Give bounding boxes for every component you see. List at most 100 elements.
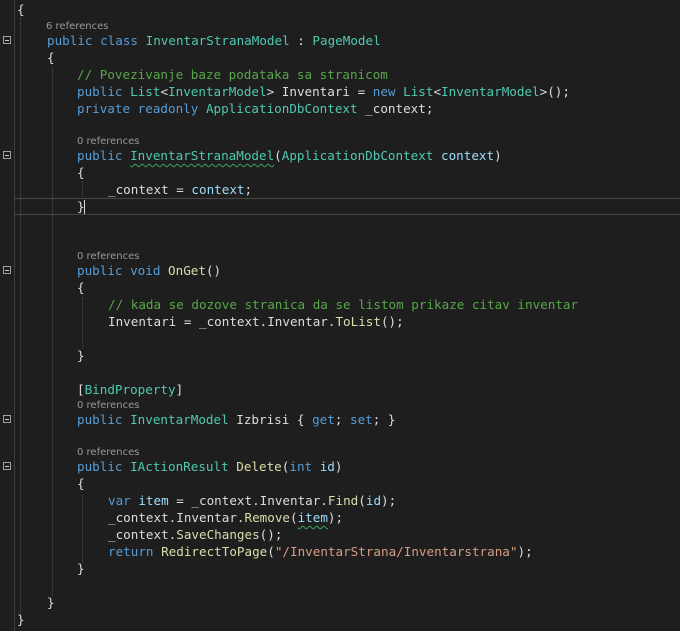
- keyword-token: var: [108, 493, 131, 508]
- type-token: InventarStranaModel: [145, 33, 290, 48]
- string-token: "/InventarStrana/Inventarstrana": [274, 544, 518, 559]
- indent-guide: [20, 18, 21, 618]
- code-line[interactable]: {: [47, 49, 55, 66]
- code-token: <: [433, 84, 442, 99]
- attribute-token: BindProperty: [84, 382, 176, 397]
- code-token: ]: [175, 382, 184, 397]
- code-token: (: [274, 148, 282, 163]
- code-line[interactable]: {: [77, 279, 85, 296]
- code-line[interactable]: _context = context;: [108, 181, 252, 198]
- method-token: Remove: [244, 510, 290, 525]
- code-line[interactable]: {: [17, 1, 25, 18]
- code-line-constructor[interactable]: public InventarStranaModel(ApplicationDb…: [77, 147, 502, 164]
- code-token: _context;: [357, 101, 434, 116]
- indent-guide: [82, 495, 83, 563]
- code-line[interactable]: }: [77, 560, 85, 577]
- keyword-token: readonly: [137, 101, 199, 116]
- code-token: = _context.Inventar.: [168, 493, 328, 508]
- type-token: InventarModel: [130, 412, 229, 427]
- keyword-token: public: [77, 263, 123, 278]
- code-line[interactable]: private readonly ApplicationDbContext _c…: [77, 100, 433, 117]
- type-token: IActionResult: [130, 459, 229, 474]
- code-token: >();: [539, 84, 570, 99]
- code-line[interactable]: _context.Inventar.Remove(item);: [108, 509, 343, 526]
- code-line[interactable]: }: [77, 347, 85, 364]
- code-token: :: [289, 33, 313, 48]
- code-token: );: [327, 510, 344, 525]
- identifier-token: id: [319, 459, 335, 474]
- brace-token: {: [77, 280, 85, 295]
- code-editor[interactable]: 6 references 0 references 0 references 0…: [0, 0, 680, 631]
- keyword-token: public: [77, 84, 123, 99]
- code-line[interactable]: Inventari = _context.Inventar.ToList();: [108, 313, 404, 330]
- code-token: _context.Inventar.: [108, 510, 245, 525]
- code-line-attribute[interactable]: [BindProperty]: [77, 381, 183, 398]
- keyword-token: public: [77, 412, 123, 427]
- code-line-comment[interactable]: // kada se dozove stranica da se listom …: [108, 296, 578, 313]
- brace-token: }: [17, 612, 25, 627]
- keyword-token: new: [372, 84, 396, 99]
- code-token: _context.: [108, 527, 177, 542]
- fold-toggle-onget-icon[interactable]: [3, 266, 11, 274]
- code-token: Inventari = _context.Inventar.: [108, 314, 336, 329]
- keyword-token: set: [350, 412, 373, 427]
- method-token: Find: [327, 493, 359, 508]
- fold-toggle-constructor-icon[interactable]: [3, 151, 11, 159]
- type-token: InventarModel: [168, 84, 267, 99]
- code-token: ;: [244, 182, 253, 197]
- code-line[interactable]: public List<InventarModel> Inventari = n…: [77, 83, 570, 100]
- code-token: ();: [380, 314, 404, 329]
- fold-toggle-class-icon[interactable]: [3, 36, 11, 44]
- code-token: ();: [259, 527, 283, 542]
- identifier-token: item: [138, 493, 169, 508]
- type-token: PageModel: [312, 33, 381, 48]
- code-token: (): [205, 263, 222, 278]
- code-token: > Inventari =: [266, 84, 373, 99]
- type-token: List: [130, 84, 161, 99]
- brace-token: {: [77, 165, 85, 180]
- code-line-class-declaration[interactable]: public class InventarStranaModel : PageM…: [47, 32, 381, 49]
- code-line[interactable]: return RedirectToPage("/InventarStrana/I…: [108, 543, 533, 560]
- comment-token: // kada se dozove stranica da se listom …: [108, 297, 579, 312]
- indent-guide: [82, 181, 83, 197]
- identifier-token: context: [191, 182, 245, 197]
- code-token: (: [358, 493, 366, 508]
- comment-token: // Povezivanje baze podataka sa stranico…: [77, 67, 388, 82]
- code-line[interactable]: var item = _context.Inventar.Find(id);: [108, 492, 396, 509]
- type-token: InventarModel: [441, 84, 540, 99]
- current-line-highlight: [14, 198, 680, 215]
- code-token: );: [517, 544, 533, 559]
- type-token: ApplicationDbContext: [281, 148, 434, 163]
- code-line-comment[interactable]: // Povezivanje baze podataka sa stranico…: [77, 66, 388, 83]
- identifier-token: context: [441, 148, 495, 163]
- brace-token: {: [77, 476, 85, 491]
- code-line[interactable]: }: [47, 594, 55, 611]
- fold-toggle-izbrisi-icon[interactable]: [3, 415, 11, 423]
- code-line[interactable]: {: [77, 164, 85, 181]
- indent-guide: [82, 298, 83, 348]
- code-line[interactable]: }: [17, 611, 25, 628]
- method-token: ToList: [335, 314, 381, 329]
- code-token: );: [381, 493, 397, 508]
- fold-toggle-delete-icon[interactable]: [3, 462, 11, 470]
- code-token: ): [494, 148, 502, 163]
- method-token: SaveChanges: [176, 527, 260, 542]
- code-line-onget[interactable]: public void OnGet(): [77, 262, 221, 279]
- keyword-token: public: [77, 459, 123, 474]
- code-line[interactable]: {: [77, 475, 85, 492]
- code-line-property[interactable]: public InventarModel Izbrisi { get; set;…: [77, 411, 396, 428]
- code-line-delete[interactable]: public IActionResult Delete(int id): [77, 458, 342, 475]
- brace-token: {: [47, 50, 55, 65]
- code-line[interactable]: _context.SaveChanges();: [108, 526, 282, 543]
- method-token: RedirectToPage: [161, 544, 268, 559]
- code-token: Izbrisi {: [228, 412, 313, 427]
